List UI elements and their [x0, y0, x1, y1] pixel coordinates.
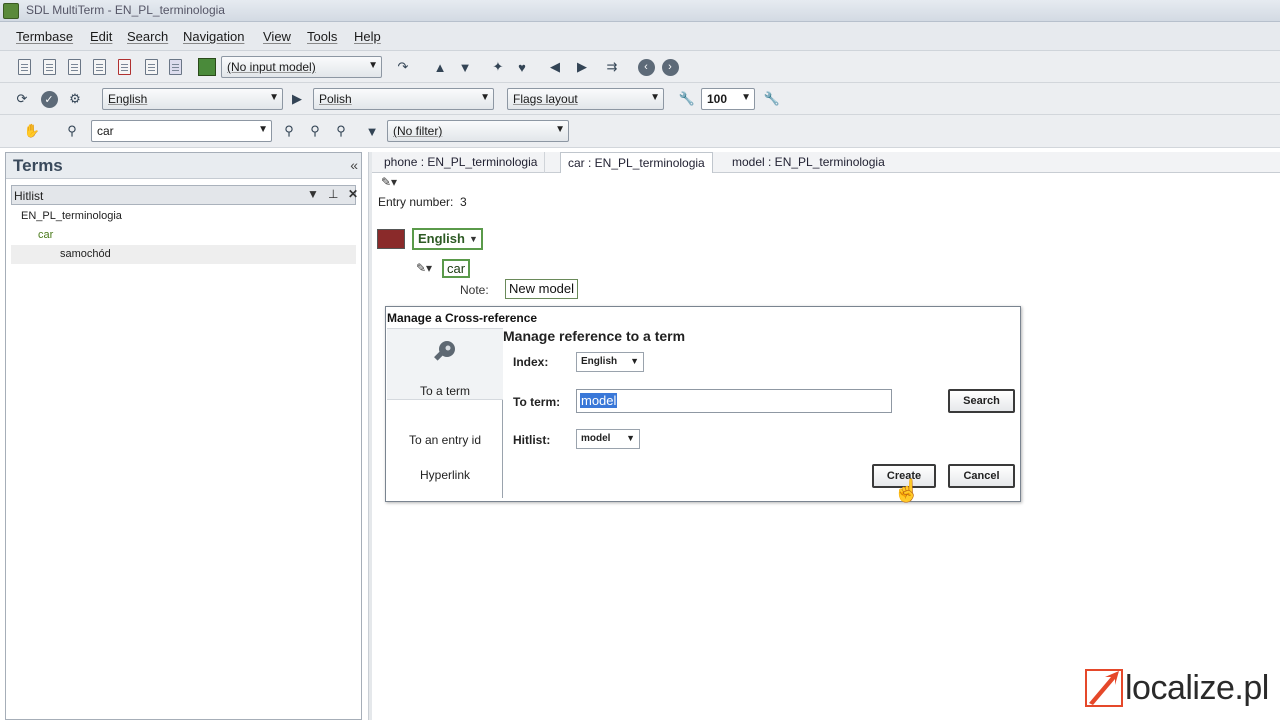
menu-help[interactable]: Help: [354, 29, 381, 44]
nav-hyperlink[interactable]: Hyperlink: [387, 468, 503, 482]
fuzzy-search-icon[interactable]: ⚲: [305, 121, 325, 141]
check-icon[interactable]: ✓: [39, 89, 59, 109]
tree-item-termbase[interactable]: EN_PL_terminologia: [11, 207, 356, 226]
title-bar: SDL MultiTerm - EN_PL_terminologia: [0, 0, 1280, 22]
to-term-label: To term:: [513, 395, 561, 409]
tab-car[interactable]: car : EN_PL_terminologia: [560, 152, 713, 173]
menu-navigation[interactable]: Navigation: [183, 29, 244, 44]
next-entry-icon[interactable]: ▶: [572, 57, 592, 77]
terms-title: Terms: [13, 156, 63, 175]
hitlist-header: Hitlist ▼ ⊥ ✕: [11, 185, 358, 205]
zoom-select[interactable]: 100 ▼: [701, 88, 755, 110]
source-language-select[interactable]: English ▼: [102, 88, 283, 110]
index-select[interactable]: English ▼: [576, 352, 644, 372]
window-title: SDL MultiTerm - EN_PL_terminologia: [26, 3, 225, 17]
tree-item-term[interactable]: car: [11, 226, 356, 245]
hitlist-title: Hitlist: [14, 189, 44, 203]
copy-document-icon[interactable]: [39, 57, 59, 77]
nav-to-term-label: To a term: [419, 384, 470, 398]
search-toolbar: ✋ ⚲ car ▼ ⚲ ⚲ ⚲ ▼ (No filter) ▼: [0, 115, 1280, 148]
to-term-input[interactable]: model: [576, 389, 892, 413]
settings-icon[interactable]: ⚙: [65, 89, 85, 109]
refresh-icon[interactable]: ⟳: [12, 89, 32, 109]
wrench-icon[interactable]: 🔧: [762, 89, 782, 109]
note-label: Note:: [460, 283, 489, 297]
dialog-nav: To a term To an entry id Hyperlink: [387, 328, 503, 498]
cross-reference-dialog: Manage a Cross-reference To a term To an…: [385, 306, 1021, 502]
search-button[interactable]: Search: [948, 389, 1015, 413]
layout-select[interactable]: Flags layout ▼: [507, 88, 664, 110]
heart-icon[interactable]: ♥: [512, 57, 532, 77]
dialog-title: Manage a Cross-reference: [387, 311, 538, 325]
dropdown-icon[interactable]: ▼: [307, 187, 319, 201]
collapse-icon[interactable]: «: [350, 157, 358, 173]
chevron-down-icon[interactable]: ▼: [455, 57, 475, 77]
zoom-icon[interactable]: 🔧: [677, 89, 697, 109]
entry-number: Entry number: 3: [378, 195, 467, 209]
dialog-heading: Manage reference to a term: [503, 328, 686, 344]
hitlist-label: Hitlist:: [513, 433, 551, 447]
key-icon: [434, 341, 455, 361]
target-language-select[interactable]: Polish ▼: [313, 88, 494, 110]
terms-header: Terms «: [6, 153, 361, 179]
localize-logo-icon: [1085, 669, 1123, 707]
edit-document-icon[interactable]: [64, 57, 84, 77]
tree-item-translation[interactable]: samochód: [11, 245, 356, 264]
note-field[interactable]: New model: [505, 279, 579, 299]
filter-select[interactable]: (No filter) ▼: [387, 120, 569, 142]
print-icon[interactable]: [165, 57, 185, 77]
save-document-icon[interactable]: [89, 57, 109, 77]
hitlist-tree: EN_PL_terminologia car samochód: [11, 207, 356, 264]
pin-icon[interactable]: ⊥: [328, 187, 338, 201]
index-label: Index:: [513, 355, 549, 369]
fulltext-search-icon[interactable]: ⚲: [331, 121, 351, 141]
menu-view[interactable]: View: [263, 29, 291, 44]
pencil-icon[interactable]: ✎▾: [381, 175, 397, 189]
tab-phone[interactable]: phone : EN_PL_terminologia: [377, 152, 546, 173]
nav-to-term[interactable]: To a term: [387, 328, 503, 400]
back-icon[interactable]: ‹: [636, 57, 656, 77]
hitlist-select[interactable]: model ▼: [576, 429, 640, 449]
redo-icon[interactable]: ↷: [393, 57, 413, 77]
nav-to-entry-id[interactable]: To an entry id: [387, 433, 503, 447]
menu-tools[interactable]: Tools: [307, 29, 337, 44]
input-model-select[interactable]: (No input model) ▼: [221, 56, 382, 78]
flag-icon: [377, 229, 405, 249]
search-type-icon[interactable]: ✋: [22, 121, 42, 141]
delete-document-icon[interactable]: [114, 57, 134, 77]
jump-icon[interactable]: ⇉: [602, 57, 622, 77]
menu-termbase[interactable]: Termbase: [16, 29, 73, 44]
language-field[interactable]: English ▼: [412, 228, 483, 250]
cancel-button[interactable]: Cancel: [948, 464, 1015, 488]
play-icon[interactable]: ▶: [287, 89, 307, 109]
language-toolbar: ⟳ ✓ ⚙ English ▼ ▶ Polish ▼ Flags layout ▼ 🔧…: [0, 83, 1280, 115]
close-icon[interactable]: ✕: [348, 187, 358, 201]
entry-tabs: phone : EN_PL_terminologia car : EN_PL_t…: [372, 152, 1280, 173]
watermark-text: localize.pl: [1125, 668, 1269, 707]
search-input[interactable]: car ▼: [91, 120, 272, 142]
menu-search[interactable]: Search: [127, 29, 168, 44]
paste-document-icon[interactable]: [141, 57, 161, 77]
splitter[interactable]: [368, 152, 372, 720]
pencil-icon[interactable]: ✎▾: [416, 261, 432, 275]
search-icon[interactable]: ⚲: [279, 121, 299, 141]
multiterm-window: SDL MultiTerm - EN_PL_terminologia Termb…: [0, 0, 1280, 720]
input-model-icon: [197, 57, 217, 77]
thumb-up-icon[interactable]: ✦: [488, 57, 508, 77]
app-icon: [3, 3, 19, 19]
hand-cursor-icon: ☝: [893, 478, 921, 503]
search-option-icon[interactable]: ⚲: [62, 121, 82, 141]
chevron-up-icon[interactable]: ▲: [430, 57, 450, 77]
forward-icon[interactable]: ›: [660, 57, 680, 77]
watermark: localize.pl: [1085, 668, 1269, 708]
menu-edit[interactable]: Edit: [90, 29, 112, 44]
term-field[interactable]: car: [442, 259, 471, 278]
main-toolbar: (No input model) ▼ ↷ ▲ ▼ ✦ ♥ ◀ ▶ ⇉ ‹ ›: [0, 51, 1280, 83]
menu-bar: Termbase Edit Search Navigation View Too…: [0, 22, 1280, 51]
tab-model[interactable]: model : EN_PL_terminologia: [725, 152, 892, 173]
previous-entry-icon[interactable]: ◀: [545, 57, 565, 77]
new-document-icon[interactable]: [14, 57, 34, 77]
terms-panel: Terms « Hitlist ▼ ⊥ ✕ EN_PL_terminologia…: [5, 152, 362, 720]
filter-icon[interactable]: ▼: [362, 121, 382, 141]
